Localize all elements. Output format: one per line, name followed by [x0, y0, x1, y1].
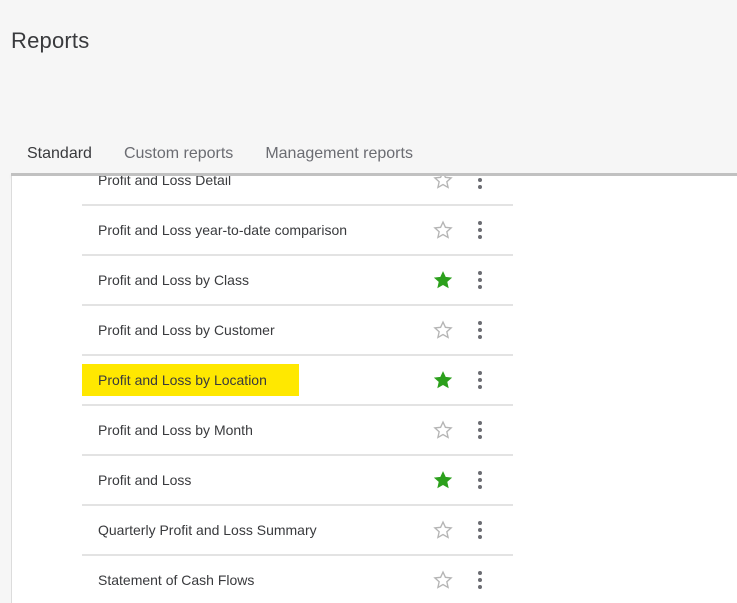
report-row: Profit and Loss year-to-date comparison: [82, 206, 513, 256]
kebab-dot: [478, 228, 482, 232]
star-outline-icon[interactable]: [433, 220, 453, 240]
star-outline-icon-glyph: [433, 320, 453, 339]
star-outline-icon[interactable]: [433, 570, 453, 590]
kebab-menu-icon[interactable]: [470, 470, 490, 490]
report-row: Profit and Loss: [82, 456, 513, 506]
report-row: Profit and Loss by Class: [82, 256, 513, 306]
kebab-dot: [478, 178, 482, 182]
reports-page: Reports Standard Custom reports Manageme…: [0, 0, 737, 603]
kebab-menu-icon[interactable]: [470, 570, 490, 590]
kebab-dot: [478, 478, 482, 482]
star-outline-icon-glyph: [433, 570, 453, 589]
report-link[interactable]: Quarterly Profit and Loss Summary: [82, 506, 317, 554]
report-link[interactable]: Profit and Loss: [82, 456, 191, 504]
kebab-dot: [478, 521, 482, 525]
star-outline-icon-glyph: [433, 220, 453, 239]
kebab-dot: [478, 278, 482, 282]
kebab-dot: [478, 371, 482, 375]
star-filled-icon-glyph: [433, 271, 453, 289]
kebab-dot: [478, 221, 482, 225]
kebab-menu-icon[interactable]: [470, 270, 490, 290]
report-list: Profit and Loss Detail Profit and Loss y…: [82, 176, 513, 603]
kebab-dot: [478, 235, 482, 239]
kebab-dot: [478, 335, 482, 339]
report-link[interactable]: Profit and Loss by Location: [82, 364, 299, 396]
kebab-dot: [478, 485, 482, 489]
report-link[interactable]: Profit and Loss year-to-date comparison: [82, 206, 347, 254]
kebab-dot: [478, 285, 482, 289]
star-outline-icon-glyph: [433, 520, 453, 539]
report-link[interactable]: Statement of Cash Flows: [82, 556, 254, 603]
report-link[interactable]: Profit and Loss by Month: [82, 406, 253, 454]
tab-management-reports[interactable]: Management reports: [249, 135, 429, 175]
kebab-dot: [478, 271, 482, 275]
report-tabs: Standard Custom reports Management repor…: [11, 135, 429, 177]
tab-custom-reports[interactable]: Custom reports: [108, 135, 249, 175]
kebab-dot: [478, 528, 482, 532]
kebab-menu-icon[interactable]: [470, 370, 490, 390]
star-outline-icon-glyph: [433, 420, 453, 439]
star-outline-icon[interactable]: [433, 520, 453, 540]
kebab-dot: [478, 328, 482, 332]
report-row: Quarterly Profit and Loss Summary: [82, 506, 513, 556]
report-row: Profit and Loss by Location: [82, 356, 513, 406]
kebab-dot: [478, 428, 482, 432]
kebab-menu-icon[interactable]: [470, 220, 490, 240]
tab-standard[interactable]: Standard: [11, 135, 108, 177]
report-link[interactable]: Profit and Loss by Customer: [82, 306, 275, 354]
report-row: Profit and Loss by Month: [82, 406, 513, 456]
kebab-dot: [478, 435, 482, 439]
star-filled-icon-glyph: [433, 371, 453, 389]
kebab-menu-icon[interactable]: [470, 520, 490, 540]
kebab-dot: [478, 378, 482, 382]
report-row: Profit and Loss by Customer: [82, 306, 513, 356]
star-outline-icon-glyph: [433, 176, 453, 189]
report-row: Profit and Loss Detail: [82, 176, 513, 206]
kebab-dot: [478, 321, 482, 325]
kebab-dot: [478, 385, 482, 389]
kebab-dot: [478, 471, 482, 475]
star-filled-icon[interactable]: [433, 270, 453, 290]
star-filled-icon[interactable]: [433, 470, 453, 490]
report-link[interactable]: Profit and Loss Detail: [82, 176, 231, 204]
kebab-menu-icon[interactable]: [470, 320, 490, 340]
kebab-menu-icon[interactable]: [470, 176, 490, 190]
kebab-dot: [478, 185, 482, 189]
report-row: Statement of Cash Flows: [82, 556, 513, 603]
star-outline-icon[interactable]: [433, 420, 453, 440]
page-title: Reports: [11, 28, 90, 53]
reports-content-panel: Profit and Loss Detail Profit and Loss y…: [11, 176, 737, 603]
kebab-dot: [478, 571, 482, 575]
kebab-menu-icon[interactable]: [470, 420, 490, 440]
kebab-dot: [478, 585, 482, 589]
kebab-dot: [478, 421, 482, 425]
star-filled-icon-glyph: [433, 471, 453, 489]
report-link[interactable]: Profit and Loss by Class: [82, 256, 249, 304]
star-outline-icon[interactable]: [433, 320, 453, 340]
kebab-dot: [478, 535, 482, 539]
star-filled-icon[interactable]: [433, 370, 453, 390]
kebab-dot: [478, 578, 482, 582]
star-outline-icon[interactable]: [433, 176, 453, 190]
